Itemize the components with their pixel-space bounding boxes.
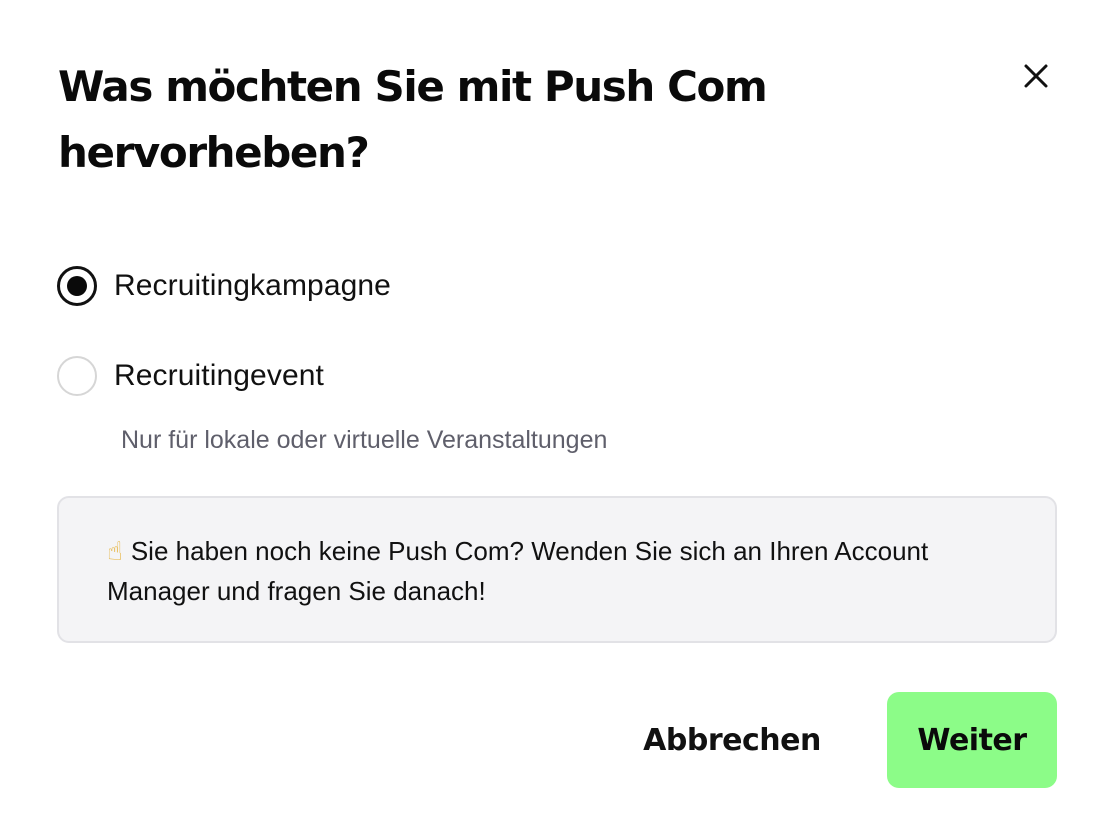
radio-recruitingevent[interactable] — [57, 356, 97, 396]
push-com-dialog: Was möchten Sie mit Push Com hervorheben… — [0, 0, 1114, 834]
next-button[interactable]: Weiter — [887, 692, 1057, 788]
info-text: Sie haben noch keine Push Com? Wenden Si… — [107, 536, 929, 606]
close-button[interactable] — [1014, 54, 1058, 98]
option-hint: Nur für lokale oder virtuelle Veranstalt… — [121, 426, 608, 454]
close-icon — [1024, 64, 1048, 88]
option-label: Recruitingevent — [114, 359, 324, 392]
option-recruitingevent[interactable]: Recruitingevent — [57, 356, 324, 396]
info-box: ☝ Sie haben noch keine Push Com? Wenden S… — [57, 496, 1057, 643]
radio-recruitingkampagne[interactable] — [57, 266, 97, 306]
dialog-title: Was möchten Sie mit Push Com hervorheben… — [58, 62, 768, 177]
option-recruitingkampagne[interactable]: Recruitingkampagne — [57, 266, 391, 306]
pointing-finger-icon: ☝ — [107, 536, 123, 566]
option-label: Recruitingkampagne — [114, 269, 391, 302]
cancel-button[interactable]: Abbrechen — [620, 692, 844, 788]
info-message: ☝ Sie haben noch keine Push Com? Wenden S… — [107, 531, 1007, 611]
